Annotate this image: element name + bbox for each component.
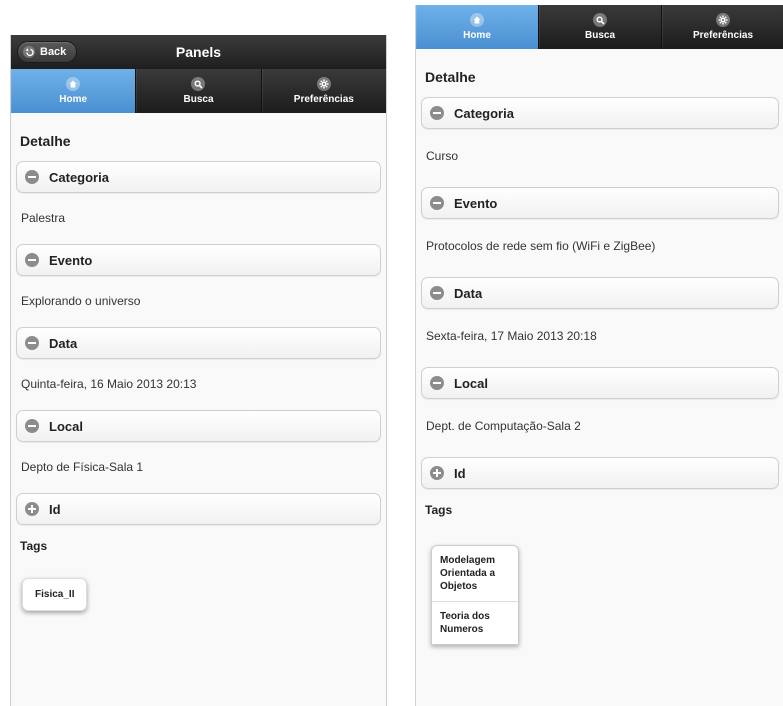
collapsible-label: Evento [454, 195, 498, 211]
collapsible-content: Palestra [21, 211, 66, 225]
left-screen: Back Panels Home Busca Preferências Deta… [10, 35, 387, 706]
collapsible-evento: Evento Explorando o universo [16, 244, 381, 319]
collapsible-evento: Evento Protocolos de rede sem fio (WiFi … [421, 187, 779, 269]
collapsible-id: Id [421, 457, 779, 489]
collapsible-content: Quinta-feira, 16 Maio 2013 20:13 [21, 377, 197, 391]
tag-list: Modelagem Orientada a Objetos Teoria dos… [431, 545, 519, 645]
collapsible-label: Categoria [49, 169, 109, 185]
collapsible-content: Depto de Física-Sala 1 [21, 460, 144, 474]
collapsible-data: Data Sexta-feira, 17 Maio 2013 20:18 [421, 277, 779, 359]
content-area: Detalhe Categoria Curso Evento Protocolo… [416, 49, 783, 645]
tab-home-label: Home [59, 94, 88, 105]
collapsible-label: Id [454, 465, 466, 481]
collapsible-local: Local Dept. de Computação-Sala 2 [421, 367, 779, 449]
gear-icon [316, 77, 331, 91]
tab-preferencias[interactable]: Preferências [260, 69, 386, 113]
collapsible-header-categoria[interactable]: Categoria [421, 97, 779, 129]
tab-home[interactable]: Home [416, 5, 538, 49]
collapsible-label: Local [49, 418, 83, 434]
page-title: Panels [175, 44, 222, 60]
collapsible-header-data[interactable]: Data [16, 327, 381, 359]
navbar: Home Busca Preferências [416, 5, 783, 49]
tab-busca-label: Busca [183, 94, 214, 105]
collapsible-header-id[interactable]: Id [16, 493, 381, 525]
minus-icon [430, 376, 444, 390]
collapsible-label: Categoria [454, 105, 514, 121]
tab-home[interactable]: Home [11, 69, 136, 113]
tab-preferencias-label: Preferências [692, 30, 754, 41]
collapsible-content: Dept. de Computação-Sala 2 [426, 419, 581, 433]
collapsible-data: Data Quinta-feira, 16 Maio 2013 20:13 [16, 327, 381, 402]
search-icon [191, 77, 206, 91]
tab-preferencias-label: Preferências [293, 94, 354, 105]
collapsible-header-id[interactable]: Id [421, 457, 779, 489]
collapsible-header-evento[interactable]: Evento [16, 244, 381, 276]
minus-icon [430, 286, 444, 300]
collapsible-label: Data [49, 335, 78, 351]
collapsible-label: Local [454, 375, 488, 391]
plus-icon [25, 502, 39, 516]
tab-busca[interactable]: Busca [135, 69, 261, 113]
section-heading: Detalhe [425, 69, 476, 85]
navbar: Home Busca Preferências [11, 69, 386, 113]
collapsible-content: Explorando o universo [21, 294, 141, 308]
collapsible-label: Data [454, 285, 483, 301]
collapsible-local: Local Depto de Física-Sala 1 [16, 410, 381, 485]
collapsible-label: Evento [49, 252, 93, 268]
header-bar: Back Panels [11, 35, 386, 69]
right-screen: Home Busca Preferências Detalhe Categori… [415, 5, 783, 706]
home-icon [66, 77, 81, 91]
tag-item[interactable]: Modelagem Orientada a Objetos [432, 546, 518, 602]
content-area: Detalhe Categoria Palestra Evento Explor… [11, 113, 386, 611]
tab-home-label: Home [463, 30, 491, 41]
collapsible-label: Id [49, 501, 61, 517]
collapsible-header-local[interactable]: Local [16, 410, 381, 442]
tag-item[interactable]: Fisica_II [22, 578, 88, 611]
minus-icon [25, 336, 39, 350]
gear-icon [716, 13, 730, 27]
collapsible-categoria: Categoria Palestra [16, 161, 381, 236]
tags-label: Tags [425, 503, 453, 517]
collapsible-content: Curso [426, 149, 459, 163]
search-icon [593, 13, 607, 27]
minus-icon [430, 106, 444, 120]
tab-busca[interactable]: Busca [538, 5, 661, 49]
tag-item[interactable]: Teoria dos Numeros [432, 602, 518, 644]
collapsible-content: Protocolos de rede sem fio (WiFi e ZigBe… [426, 239, 656, 253]
collapsible-header-data[interactable]: Data [421, 277, 779, 309]
minus-icon [25, 419, 39, 433]
plus-icon [430, 466, 444, 480]
minus-icon [430, 196, 444, 210]
minus-icon [25, 253, 39, 267]
tags-label: Tags [20, 539, 48, 553]
collapsible-id: Id [16, 493, 381, 525]
tab-preferencias[interactable]: Preferências [661, 5, 783, 49]
collapsible-content: Sexta-feira, 17 Maio 2013 20:18 [426, 329, 597, 343]
tab-busca-label: Busca [584, 30, 615, 41]
collapsible-header-local[interactable]: Local [421, 367, 779, 399]
section-heading: Detalhe [20, 133, 71, 149]
collapsible-header-evento[interactable]: Evento [421, 187, 779, 219]
collapsible-categoria: Categoria Curso [421, 97, 779, 179]
collapsible-header-categoria[interactable]: Categoria [16, 161, 381, 193]
minus-icon [25, 170, 39, 184]
home-icon [470, 13, 484, 27]
